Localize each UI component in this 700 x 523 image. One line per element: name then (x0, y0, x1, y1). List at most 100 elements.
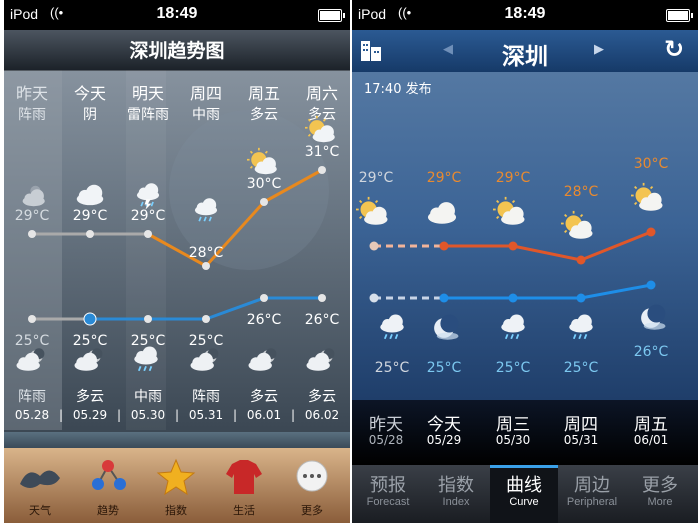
nav-label: 指数 (165, 504, 187, 517)
high-temp-label: 28°C (564, 184, 599, 200)
tab-sublabel: Curve (509, 496, 539, 508)
tab-sublabel: Forecast (366, 496, 410, 508)
high-temp-label: 30°C (634, 156, 669, 172)
high-temp-point (144, 230, 152, 238)
low-temp-point (439, 293, 449, 303)
low-temp-point (576, 293, 586, 303)
high-temp-point (202, 262, 210, 270)
cloud-moon-icon (74, 348, 103, 371)
low-temp-point (144, 315, 152, 323)
tab-peripheral[interactable]: 周边 Peripheral (558, 467, 626, 523)
low-temp-point (260, 294, 268, 302)
low-temp-label: 26°C (247, 312, 282, 328)
high-temp-label: 29°C (73, 208, 108, 224)
weather-icon (20, 470, 60, 488)
more-icon (296, 460, 328, 492)
day-label: 周五 (634, 415, 668, 435)
day-label: 周三 (496, 415, 530, 435)
left-screen: iPod ((• 18:49 深圳趋势图 昨天 阵雨 阵雨 05.28 今天阴多云 05.… (4, 0, 350, 523)
nav-label: 更多 (301, 504, 323, 517)
sun-cloud-icon (561, 210, 593, 239)
tab-more[interactable]: 更多 More (626, 467, 694, 523)
cloud-moon-icon (16, 348, 45, 371)
day-label: 周四 (564, 415, 598, 435)
nav-item-more[interactable]: 更多 (282, 454, 342, 520)
rain-icon (380, 314, 404, 340)
nav-label: 生活 (233, 504, 255, 517)
high-temp-point (318, 166, 326, 174)
high-temp-point (260, 198, 268, 206)
low-temp-point (202, 315, 210, 323)
cloud-icon (427, 202, 457, 224)
low-temp-point (83, 312, 97, 326)
tab-sublabel: More (647, 496, 673, 508)
sun-cloud-icon (356, 196, 388, 225)
cloud-sun-icon (22, 185, 45, 207)
shirt-icon (226, 460, 262, 494)
day-label: 今天 (427, 415, 461, 435)
low-temp-label: 25°C (131, 333, 166, 349)
low-temp-label: 25°C (189, 333, 224, 349)
tab-label: 周边 (574, 475, 610, 496)
high-temp-point (646, 227, 656, 237)
high-temp-point (28, 230, 36, 238)
low-temp-label: 25°C (15, 333, 50, 349)
date-label: 05/30 (495, 433, 531, 447)
tab-forecast[interactable]: 预报 Forecast (354, 467, 422, 523)
tab-sublabel: Index (442, 496, 470, 508)
nav-item-weather[interactable]: 天气 (10, 454, 70, 520)
thunder-rain-icon (136, 183, 160, 210)
cloud-icon (76, 184, 104, 206)
tab-index[interactable]: 指数 Index (422, 467, 490, 523)
trend-icon (92, 460, 126, 490)
high-temp-point (576, 255, 586, 265)
date-label: 05/29 (426, 433, 462, 447)
high-temp-point (86, 230, 94, 238)
low-temp-label: 26°C (305, 312, 340, 328)
cloud-moon-icon (306, 348, 335, 371)
sun-cloud-icon (631, 182, 663, 211)
cloud-moon-icon (190, 348, 219, 371)
low-temp-label: 25°C (73, 333, 108, 349)
high-temp-label: 30°C (247, 176, 282, 192)
high-temp-segment (580, 230, 652, 262)
tab-sublabel: Peripheral (566, 496, 618, 508)
low-temp-point (646, 280, 656, 290)
left-trend-chart: 29°C 25°C 29°C 25°C 29°C 25°C 28°C 25°C 30°C 26°C… (15, 115, 340, 372)
high-temp-label: 29°C (131, 208, 166, 224)
cloud-moon-icon (248, 348, 277, 371)
nav-label: 天气 (29, 504, 51, 517)
high-temp-label: 31°C (305, 144, 340, 160)
tab-label: 预报 (370, 475, 406, 496)
low-temp-label: 25°C (564, 360, 599, 376)
low-temp-label: 26°C (634, 344, 669, 360)
sun-cloud-icon (305, 115, 335, 143)
low-temp-segment (580, 283, 652, 300)
high-temp-label: 29°C (496, 170, 531, 186)
rain-icon (194, 198, 218, 222)
nav-item-trend[interactable]: 趋势 (78, 454, 138, 520)
low-temp-point (369, 293, 379, 303)
high-temp-point (439, 241, 449, 251)
tab-label: 更多 (642, 475, 678, 496)
star-icon (156, 458, 196, 496)
moon-icon (641, 304, 666, 330)
tab-label: 指数 (438, 475, 474, 496)
nav-item-star[interactable]: 指数 (146, 454, 206, 520)
nav-item-shirt[interactable]: 生活 (214, 454, 274, 520)
high-temp-label: 29°C (359, 170, 394, 186)
tab-label: 曲线 (506, 475, 542, 496)
high-temp-point (369, 241, 379, 251)
high-temp-label: 29°C (15, 208, 50, 224)
tab-curve[interactable]: 曲线 Curve (490, 467, 558, 523)
low-temp-label: 25°C (496, 360, 531, 376)
low-temp-point (318, 294, 326, 302)
low-temp-point (508, 293, 518, 303)
low-temp-point (28, 315, 36, 323)
sun-cloud-icon (247, 147, 277, 175)
rain-icon (134, 346, 158, 372)
high-temp-label: 28°C (189, 245, 224, 261)
low-temp-label: 25°C (375, 360, 410, 376)
rain-icon (501, 314, 525, 340)
moon-icon (434, 314, 459, 340)
